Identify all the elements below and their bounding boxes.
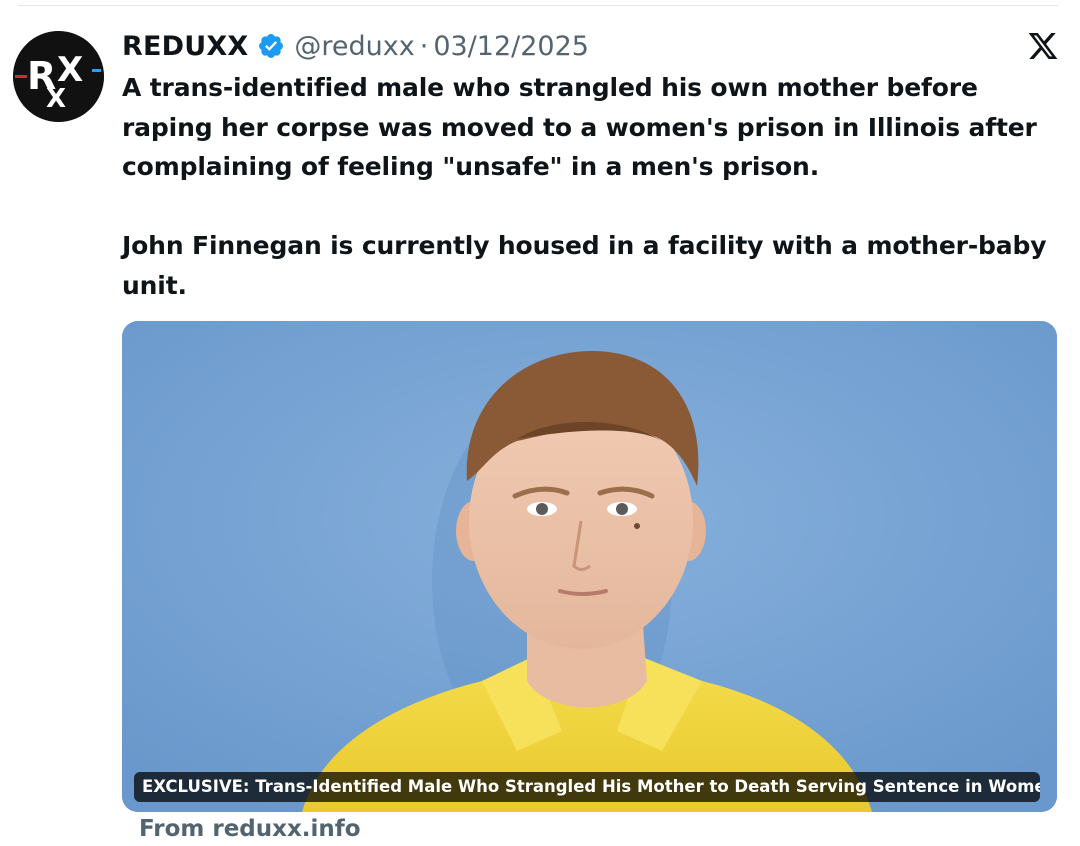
source-link[interactable]: From reduxx.info [139,816,361,842]
link-preview-caption: EXCLUSIVE: Trans-Identified Male Who Str… [134,772,1040,802]
tweet-header: REDUXX @reduxx · 03/12/2025 [122,26,589,66]
top-divider [18,5,1058,6]
link-preview-card[interactable]: EXCLUSIVE: Trans-Identified Male Who Str… [122,321,1057,812]
tweet-paragraph-1: A trans-identified male who strangled hi… [122,73,1037,181]
reduxx-logo-icon: R X X [13,31,104,122]
mugshot-photo [122,321,1057,812]
header-separator: · [419,30,429,62]
post-date[interactable]: 03/12/2025 [433,31,589,62]
tweet-paragraph-2: John Finnegan is currently housed in a f… [122,231,1047,300]
author-handle[interactable]: @reduxx [294,31,414,62]
x-logo-icon[interactable] [1027,30,1059,62]
verified-badge-icon [257,32,285,60]
author-name[interactable]: REDUXX [122,31,248,62]
svg-text:X: X [46,84,66,114]
avatar[interactable]: R X X [13,31,104,122]
tweet-text: A trans-identified male who strangled hi… [122,68,1052,305]
